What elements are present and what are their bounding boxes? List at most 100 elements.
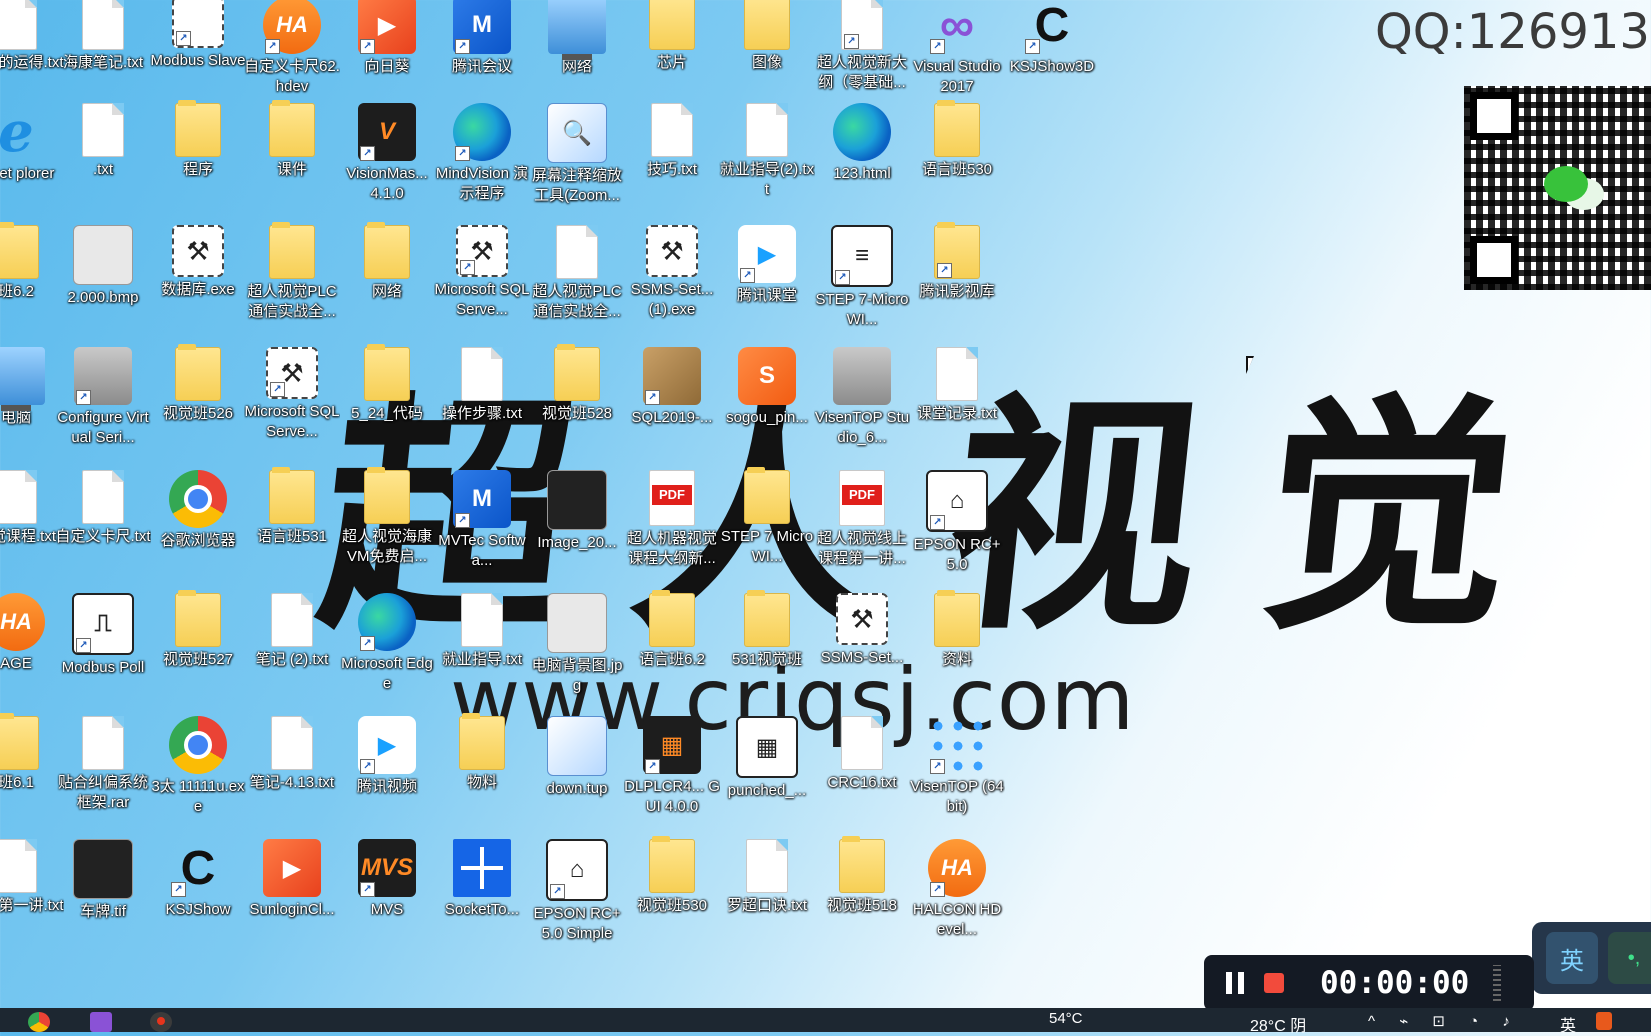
taskbar-tray-app-icon[interactable] [1596,1012,1612,1030]
desktop-icon[interactable]: 网络 [341,222,433,302]
desktop-icon[interactable]: 视觉课程.txt [0,470,62,547]
desktop-icon[interactable]: MVS ↗ MVS [341,839,433,920]
desktop-icon[interactable]: HA ↗ 自定义卡尺62.hdev [244,0,340,97]
desktop-icon[interactable]: 语言班531 [246,467,338,547]
desktop-icon[interactable]: 技巧.txt [626,103,718,180]
desktop-icon[interactable]: 视觉班528 [531,344,623,424]
desktop-icon[interactable]: 🔍 屏幕注释缩放工具(Zoom... [531,103,623,206]
desktop-icon[interactable]: Ssogou_pin... [721,347,813,428]
desktop-icon[interactable]: 图像 [721,0,813,73]
desktop-icon[interactable]: 电脑背景图.jpg [531,593,623,696]
weather-widget[interactable]: 28°C 阴 [1250,1012,1306,1036]
taskbar-recorder-icon[interactable] [150,1012,172,1032]
desktop-icon[interactable]: 芯片 [626,0,718,73]
desktop-icon[interactable]: 网络 [531,0,623,77]
desktop-icon[interactable]: 班6.2 [0,222,62,302]
desktop-icon[interactable]: 车牌.tif [57,839,149,922]
desktop-icon[interactable]: 资料 [911,590,1003,670]
desktop-icon[interactable]: 课堂记录.txt [911,347,1003,424]
desktop-icon[interactable]: 语言班530 [911,100,1003,180]
desktop-icon[interactable]: 视觉班527 [152,590,244,670]
taskbar-chrome-icon[interactable] [28,1012,50,1032]
desktop-icon[interactable]: ↗ Modbus Slave [150,0,246,71]
desktop-icon[interactable]: 课程第一讲.txt [0,839,64,916]
desktop-icon[interactable]: 视觉班518 [816,836,908,916]
desktop-icon[interactable]: 罗超口诀.txt [721,839,813,916]
desktop-icon[interactable]: C ↗ KSJShow3D [1006,0,1098,77]
desktop-icon[interactable]: 123.html [816,103,908,184]
desktop-icon[interactable]: 2.000.bmp [57,225,149,308]
desktop-icon[interactable]: 超人视觉PLC通信实战全... [531,225,623,322]
desktop-icon[interactable]: 电脑 [0,347,62,428]
desktop-icon[interactable]: down.tup [531,716,623,799]
desktop-icon[interactable]: 语言班6.2 [626,590,718,670]
desktop-icon[interactable]: ∞ ↗ Visual Studio 2017 [911,0,1003,97]
desktop-icon[interactable]: 就业指导(2).txt [720,103,814,200]
desktop-icon[interactable]: 程序 [152,100,244,180]
desktop-icon[interactable]: ⚒ 数据库.exe [152,225,244,300]
desktop-icon[interactable]: 超人机器视觉课程大纲新... [626,470,718,569]
desktop-icon[interactable]: ↗ Microsoft Edge [341,593,433,694]
desktop-icon[interactable]: 操作步骤.txt [436,347,528,424]
taskbar-visual-studio-icon[interactable] [90,1012,112,1032]
ime-punctuation-toggle[interactable]: •, [1608,932,1651,984]
desktop-icon[interactable]: 课件 [246,100,338,180]
desktop-icon[interactable]: 海康笔记.txt [57,0,149,73]
desktop-icon[interactable]: 超人视觉PLC通信实战全... [246,222,338,322]
ime-language-toggle[interactable]: 英 [1546,932,1598,984]
desktop-icon[interactable]: 重载的运得.txt [0,0,64,73]
desktop-icon[interactable]: ↗ 腾讯影视库 [911,222,1003,302]
desktop-icon[interactable]: 就业指导.txt [436,593,528,670]
stop-icon[interactable] [1264,973,1284,993]
desktop-icon[interactable]: ↗ 超人视觉新大纲（零基础... [816,0,908,93]
desktop-icon[interactable]: V ↗ VisionMas... 4.1.0 [341,103,433,204]
desktop-icon[interactable]: ⚒ SSMS-Set... (1).exe [626,225,718,320]
desktop-icon[interactable]: STEP 7 MicroWI... [721,467,813,567]
drag-handle-icon[interactable] [1493,965,1502,1001]
desktop-icon[interactable]: SocketTo... [436,839,528,920]
desktop-icon[interactable]: ↗ VisenTOP (64bit) [910,716,1004,817]
desktop-icon[interactable]: ⎍ ↗ Modbus Poll [57,593,149,678]
pause-icon[interactable] [1226,972,1246,994]
desktop-icon[interactable]: C ↗ KSJShow [152,839,244,920]
desktop-icon[interactable]: ↗ Configure Virtual Seri... [57,347,149,448]
desktop-icon[interactable]: 贴合纠偏系统框架.rar [57,716,149,813]
desktop-icon[interactable]: ▶ ↗ 向日葵 [341,0,433,77]
desktop-icon[interactable]: 自定义卡尺.txt [55,470,151,547]
desktop-icon[interactable]: HA AGE [0,593,62,674]
ime-panel[interactable]: 英 •, [1532,922,1651,994]
desktop-icon[interactable]: ▶ SunloginCl... [246,839,338,920]
desktop-icon[interactable]: ⚒ ↗ Microsoft SQL Serve... [244,347,340,442]
desktop-icon[interactable]: 笔记-4.13.txt [246,716,338,793]
desktop-icon[interactable]: ≡ ↗ STEP 7-MicroWI... [815,225,909,330]
desktop-icon[interactable]: 班6.1 [0,713,62,793]
desktop-icon[interactable]: ⚒ ↗ Microsoft SQL Serve... [434,225,530,320]
taskbar-ime-indicator[interactable]: 英 [1560,1012,1576,1036]
desktop-icon[interactable]: CRC16.txt [816,716,908,793]
desktop-icon[interactable]: 物料 [436,713,528,793]
desktop-icon[interactable]: ▶ ↗ 腾讯课堂 [721,225,813,306]
desktop-icon[interactable]: Image_20... [531,470,623,553]
desktop-icon[interactable]: 超人视觉线上课程第一讲... [816,470,908,569]
desktop-icon[interactable]: 谷歌浏览器 [152,470,244,551]
desktop-icon[interactable]: .txt [57,103,149,180]
desktop-icon[interactable]: ⌂ ↗ EPSON RC+ 5.0 [911,470,1003,575]
desktop-icon[interactable]: 视觉班530 [626,836,718,916]
desktop-icon[interactable]: M ↗ 腾讯会议 [436,0,528,77]
desktop-icon[interactable]: 笔记 (2).txt [246,593,338,670]
system-tray-icons[interactable]: ^ ⌁ ⊡ ◔ ♪ [1368,1012,1520,1030]
desktop-icon[interactable]: eernet plorer [0,99,62,184]
desktop-icon[interactable]: 5_24_代码 [341,344,433,424]
desktop-icon[interactable]: ↗ MindVision 演示程序 [436,103,528,204]
desktop-icon[interactable]: ⚒ SSMS-Set... [816,593,908,668]
desktop-icon[interactable]: ⌂ ↗ EPSON RC+ 5.0 Simple [531,839,623,944]
desktop-icon[interactable]: ▦ punched_... [721,716,813,801]
desktop-icon[interactable]: ▦ ↗ DLPLCR4... GUI 4.0.0 [624,716,720,817]
desktop-icon[interactable]: 视觉班526 [152,344,244,424]
desktop-icon[interactable]: ↗ SQL2019-... [626,347,718,428]
desktop-icon[interactable]: M ↗ MVTec Softwa... [436,470,528,571]
desktop-icon[interactable]: 3太 11111u.exe [151,716,245,817]
desktop-icon[interactable]: VisenTOP Studio_6... [815,347,909,448]
desktop-icon[interactable]: ▶ ↗ 腾讯视频 [341,716,433,797]
desktop-icon[interactable]: HA ↗ HALCON HDevel... [911,839,1003,940]
